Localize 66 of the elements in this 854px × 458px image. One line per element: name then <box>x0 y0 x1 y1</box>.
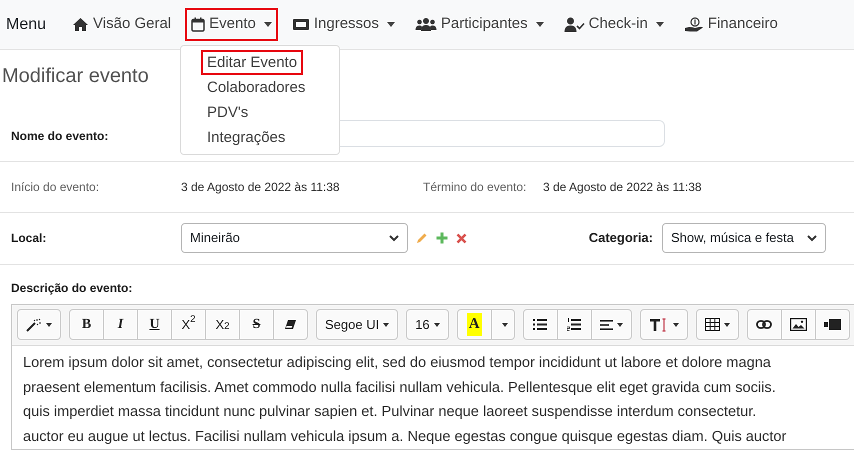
table-button[interactable] <box>696 309 739 340</box>
delete-icon <box>456 232 467 244</box>
align-button[interactable] <box>590 309 632 340</box>
numbered-list-icon <box>567 318 582 331</box>
menu-item[interactable]: Integrações <box>201 125 292 150</box>
menu-item[interactable]: Editar Evento <box>201 50 304 75</box>
menu-item[interactable]: PDV's <box>201 100 254 125</box>
nav-link[interactable]: Check-in <box>558 8 670 41</box>
nav-link[interactable]: Participantes <box>408 8 550 41</box>
caret-icon <box>656 22 664 27</box>
align-icon <box>600 320 613 330</box>
pencil-icon <box>416 232 428 244</box>
field-value: 3 de Agosto de 2022 às 11:38 <box>543 178 702 196</box>
underline-button[interactable]: U <box>137 309 172 340</box>
numbered-list-button[interactable] <box>556 309 592 340</box>
caret-icon <box>536 22 544 27</box>
caret-icon <box>264 22 272 27</box>
table-icon <box>704 318 720 331</box>
menu-item[interactable]: Colaboradores <box>201 75 312 100</box>
link-icon <box>756 320 772 329</box>
calendar-icon <box>191 17 206 32</box>
toolbar-button[interactable]: 16 <box>406 309 449 340</box>
toolbar-button[interactable]: Segoe UI <box>316 309 398 340</box>
video-icon <box>824 319 841 330</box>
strikethrough-button[interactable]: S <box>239 309 274 340</box>
magic-wand-icon <box>26 318 42 332</box>
caret-icon <box>386 22 395 27</box>
location-select[interactable]: Mineirão <box>181 223 408 253</box>
hand-money-icon <box>684 16 704 32</box>
field-label: Término do evento: <box>423 178 528 196</box>
toolbar-button[interactable]: X$^{2}$ <box>171 309 206 340</box>
italic-button[interactable]: I <box>103 309 138 340</box>
category-select[interactable]: Show, música e festa <box>662 223 826 253</box>
nav-link[interactable]: Evento <box>185 8 278 41</box>
home-icon <box>72 17 90 32</box>
bulleted-list-button[interactable] <box>522 309 558 340</box>
text-color-button[interactable]: A <box>456 309 492 340</box>
bulleted-list-icon <box>533 319 548 330</box>
field-label: Categoria: <box>588 229 653 248</box>
field-label: Descrição do evento: <box>11 280 132 296</box>
description-text[interactable]: Lorem ipsum dolor sit amet, consectetur adipiscing elit, sed do eiusmod tempor incididunt ut labore et dolore magna praesent elementum facilisis. Amet commodo nulla facilisi nullam vehicula. Pellentesque elit eget gravida cum sociis. quis imperdiet massa tincidunt nunc pulvinar sapien et. Pulvinar neque laoreet suspendisse interdum consectetur. auctor eu augue ut lectus. Facilisi nullam vehicula ipsum a. Neque egestas congue quisque egestas diam. Quis auctor <box>12 346 854 449</box>
field-value: 3 de Agosto de 2022 às 11:38 <box>181 178 341 196</box>
nav-link[interactable]: Visão Geral <box>66 8 178 41</box>
eraser-icon <box>284 319 297 330</box>
bold-button[interactable]: B <box>69 309 104 340</box>
field-label: Local: <box>11 230 48 247</box>
chevron-icon <box>807 234 817 242</box>
video-button[interactable] <box>814 309 850 340</box>
chevron-icon <box>389 234 399 242</box>
text-height-button[interactable] <box>640 309 688 340</box>
page-title: Modificar evento <box>2 64 149 88</box>
navbar-brand[interactable]: Menu <box>6 12 46 36</box>
plus-icon <box>436 232 448 244</box>
image-icon <box>790 318 807 331</box>
magic-wand-button[interactable] <box>17 309 61 340</box>
eraser-button[interactable] <box>273 309 308 340</box>
user-check-icon <box>564 17 585 32</box>
toolbar-button[interactable]: X$_{2}$ <box>205 309 240 340</box>
link-button[interactable] <box>746 309 782 340</box>
field-label: Início do evento: <box>11 178 100 196</box>
nav-link[interactable]: Financeiro <box>678 8 784 41</box>
image-button[interactable] <box>780 309 816 340</box>
field-label: Nome do evento: <box>11 128 108 145</box>
ticket-icon <box>292 18 310 31</box>
nav-link[interactable]: Ingressos <box>286 8 401 41</box>
users-icon <box>414 17 437 32</box>
